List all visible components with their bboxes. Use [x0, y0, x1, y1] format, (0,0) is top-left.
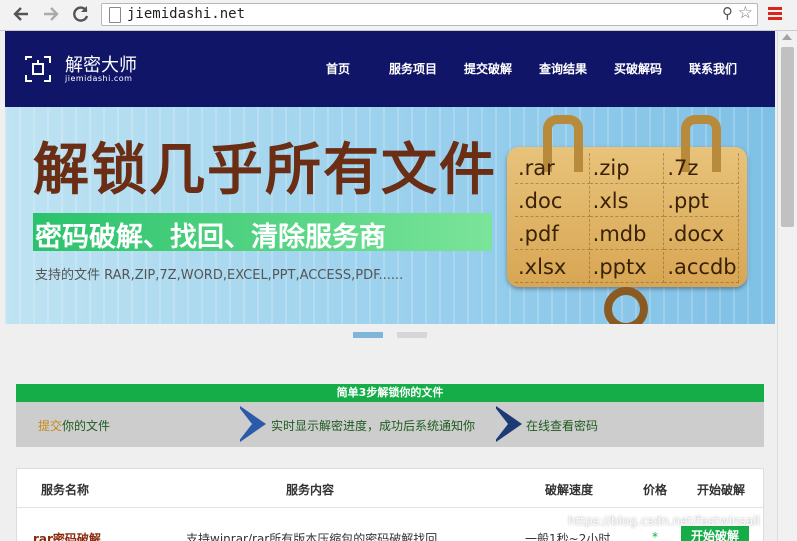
row-service-content: 支持winrar/rar所有版本压缩包的密码破解找回	[186, 532, 438, 541]
banner-supported-files: 支持的文件 RAR,ZIP,7Z,WORD,EXCEL,PPT,ACCESS,P…	[35, 268, 404, 283]
file-extension-label: .zip	[589, 153, 665, 184]
slider-dot-1[interactable]	[353, 332, 383, 338]
site-header: 解密大师 jiemidashi.com 首页 服务项目 提交破解 查询结果 买破…	[5, 31, 775, 107]
hamburger-menu-icon[interactable]	[768, 7, 782, 22]
col-header-service-content: 服务内容	[286, 483, 335, 497]
url-text[interactable]: jiemidashi.net	[127, 6, 245, 22]
step-1-rest: 你的文件	[62, 419, 111, 433]
file-extension-label: .xlsx	[515, 252, 590, 283]
file-extension-label: .pptx	[589, 252, 665, 283]
step-1: 提交你的文件	[38, 417, 110, 434]
nav-contact[interactable]: 联系我们	[689, 60, 737, 77]
table-divider	[17, 507, 763, 508]
hero-banner[interactable]: 解锁几乎所有文件 密码破解、找回、清除服务商 支持的文件 RAR,ZIP,7Z,…	[5, 107, 775, 324]
file-extension-label: .pdf	[515, 219, 590, 250]
col-header-speed: 破解速度	[545, 483, 594, 497]
file-extension-label: .7z	[664, 153, 739, 184]
file-extension-label: .docx	[664, 219, 739, 250]
nav-services[interactable]: 服务项目	[389, 60, 437, 77]
banner-title: 解锁几乎所有文件	[33, 138, 497, 203]
file-extension-label: .xls	[589, 186, 665, 217]
file-extension-label: .mdb	[589, 219, 665, 250]
back-arrow-icon[interactable]	[10, 4, 32, 26]
scroll-up-arrow-icon[interactable]	[782, 34, 792, 40]
step-1-accent: 提交	[38, 419, 63, 433]
start-crack-button[interactable]: 开始破解	[681, 526, 749, 541]
step-2: 实时显示解密进度，成功后系统通知你	[271, 419, 476, 433]
nav-buy-code[interactable]: 买破解码	[614, 60, 662, 77]
col-header-start: 开始破解	[697, 483, 746, 497]
star-icon[interactable]: ☆	[738, 3, 753, 23]
slider-dot-2[interactable]	[397, 332, 427, 338]
col-header-price: 价格	[643, 483, 668, 497]
address-bar[interactable]: jiemidashi.net ⚲ ☆	[101, 3, 758, 26]
step-arrow-notch	[494, 406, 508, 442]
nav-submit[interactable]: 提交破解	[464, 60, 512, 77]
nav-home[interactable]: 首页	[326, 60, 350, 77]
row-speed: 一般1秒~2小时	[525, 532, 611, 541]
page-viewport: 解密大师 jiemidashi.com 首页 服务项目 提交破解 查询结果 买破…	[0, 31, 777, 541]
file-extension-grid: .rar .zip .7z .doc .xls .ppt .pdf .mdb .docx .xls…	[515, 153, 739, 283]
reload-icon[interactable]	[70, 4, 92, 26]
page-scrollbar[interactable]	[777, 31, 797, 541]
col-header-service-name: 服务名称	[41, 483, 90, 497]
page-icon	[109, 7, 121, 23]
step-arrow-notch	[238, 406, 252, 442]
file-extension-label: .doc	[515, 186, 590, 217]
file-extension-label: .rar	[515, 153, 590, 184]
row-service-name[interactable]: rar密码破解	[33, 530, 101, 541]
file-extension-label: .ppt	[664, 186, 739, 217]
banner-subtitle: 密码破解、找回、清除服务商	[35, 222, 386, 253]
padlock-illustration: .rar .zip .7z .doc .xls .ppt .pdf .mdb .docx .xls…	[507, 115, 747, 324]
magnifier-icon[interactable]: ⚲	[722, 4, 733, 22]
padlock-ring	[604, 287, 648, 324]
forward-arrow-icon[interactable]	[40, 4, 62, 26]
steps-bar: 提交你的文件 实时显示解密进度，成功后系统通知你 在线查看密码	[16, 402, 764, 447]
logo-subtext: jiemidashi.com	[65, 74, 133, 83]
file-extension-label: .accdb	[664, 252, 739, 283]
nav-query-results[interactable]: 查询结果	[539, 60, 587, 77]
scroll-thumb[interactable]	[781, 47, 794, 227]
browser-toolbar: jiemidashi.net ⚲ ☆	[0, 0, 797, 31]
row-price: *	[652, 530, 658, 541]
logo-icon[interactable]	[23, 54, 53, 84]
steps-header: 简单3步解锁你的文件	[16, 384, 764, 402]
watermark: https://blog.csdn.net/fastwinsall	[568, 514, 760, 528]
service-table: 服务名称 服务内容 破解速度 价格 开始破解 rar密码破解 支持winrar/…	[16, 468, 764, 541]
step-3: 在线查看密码	[526, 419, 599, 433]
